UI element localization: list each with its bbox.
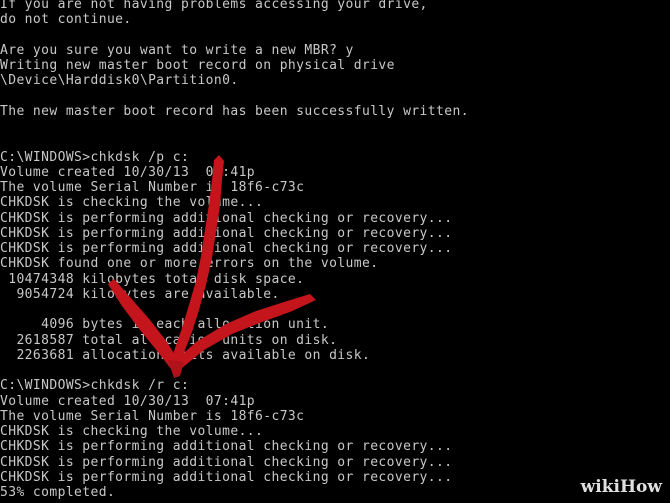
console-line: CHKDSK found one or more errors on the v… [0,256,379,272]
console-line: C:\WINDOWS>chkdsk /r c: [0,378,190,394]
console-line: CHKDSK is performing additional checking… [0,241,453,256]
console-line: 53% completed. [0,485,116,500]
console-line: 9054724 kilobytes are available. [0,286,280,302]
console-line: 4096 bytes in each allocation unit. [0,317,330,333]
console-output: If you are not having problems accessing… [0,0,469,500]
console-line: 2263681 allocation units available on di… [0,347,371,363]
console-line: CHKDSK is performing additional checking… [0,469,453,485]
console-line: Volume created 10/30/13 07:41p [0,393,256,409]
console-line: CHKDSK is performing additional checking… [0,454,453,470]
console-line: CHKDSK is performing additional checking… [0,439,453,455]
console-line: The new master boot record has been succ… [0,103,469,119]
console-line: Writing new master boot record on physic… [0,58,395,73]
console-line: The volume Serial Number is 18f6-c73c [0,408,305,424]
console-line: \Device\Harddisk0\Partition0. [0,73,239,89]
console-line: 2618587 total allocation units on disk. [0,332,338,348]
console-line: The volume Serial Number is 18f6-c73c [0,180,305,195]
console-line: CHKDSK is checking the volume... [0,424,264,439]
wikihow-logo: wikiHow [580,477,662,497]
console-line: C:\WINDOWS>chkdsk /p c: [0,149,190,165]
console-line: Are you sure you want to write a new MBR… [0,42,354,58]
console-line: CHKDSK is checking the volume... [0,195,264,211]
console-line: CHKDSK is performing additional checking… [0,210,453,226]
console-line: CHKDSK is performing additional checking… [0,225,453,241]
command-prompt-window[interactable]: If you are not having problems accessing… [0,0,670,503]
console-line: If you are not having problems accessing… [0,0,428,12]
console-line: 10474348 kilobytes total disk space. [0,271,305,287]
console-line: do not continue. [0,12,132,28]
console-line: Volume created 10/30/13 07:41p [0,164,256,180]
